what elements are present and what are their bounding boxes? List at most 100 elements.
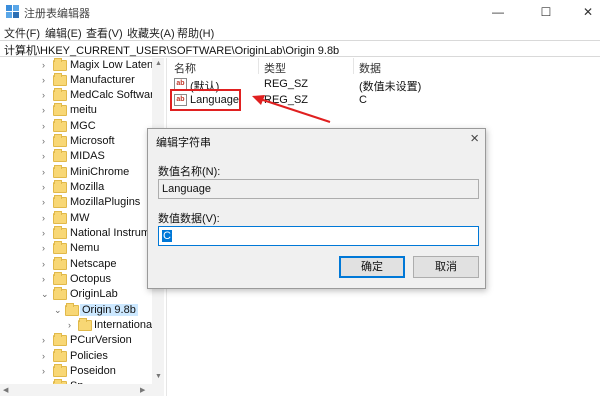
tree-item-label: MiniChrome [70, 166, 130, 178]
column-header-type[interactable]: 类型 [264, 60, 286, 76]
tree-item-label: OriginLab [70, 288, 118, 300]
chevron-right-icon[interactable]: › [42, 351, 50, 361]
chevron-right-icon[interactable]: › [42, 136, 50, 146]
menu-edit[interactable]: 编辑(E) [45, 25, 82, 41]
tree-item-label: meitu [70, 104, 97, 116]
folder-icon [53, 195, 67, 208]
chevron-right-icon[interactable]: › [42, 335, 50, 345]
dialog-title: 编辑字符串 [156, 137, 211, 149]
folder-icon [53, 211, 67, 224]
tree-item-label: Magix Low Latency [70, 59, 158, 71]
folder-icon [53, 88, 67, 101]
address-bar[interactable]: 计算机\HKEY_CURRENT_USER\SOFTWARE\OriginLab… [0, 40, 600, 57]
menu-file[interactable]: 文件(F) [4, 25, 40, 41]
folder-icon [53, 333, 67, 346]
chevron-right-icon[interactable]: › [42, 259, 50, 269]
menu-favorites[interactable]: 收藏夹(A) [127, 25, 175, 41]
tree-item-label: National Instrume [70, 227, 157, 239]
column-divider[interactable] [353, 58, 354, 74]
ok-button[interactable]: 确定 [339, 256, 405, 278]
column-header-data[interactable]: 数据 [359, 60, 381, 76]
chevron-right-icon[interactable]: › [42, 182, 50, 192]
chevron-right-icon[interactable]: › [68, 320, 76, 330]
close-button[interactable]: ✕ [568, 0, 600, 24]
folder-icon [53, 149, 67, 162]
chevron-right-icon[interactable]: › [42, 243, 50, 253]
tree-item-label: MW [70, 212, 90, 224]
folder-icon [53, 272, 67, 285]
cancel-button[interactable]: 取消 [413, 256, 479, 278]
chevron-right-icon[interactable]: › [42, 197, 50, 207]
column-header-name[interactable]: 名称 [174, 60, 196, 76]
address-path[interactable]: 计算机\HKEY_CURRENT_USER\SOFTWARE\OriginLab… [4, 42, 339, 58]
tree-item-label: Nemu [70, 242, 100, 254]
tree-item-label: MIDAS [70, 150, 105, 162]
value-data-label: 数值数据(V): [158, 213, 220, 225]
chevron-right-icon[interactable]: › [42, 105, 50, 115]
tree-item-label: Netscape [70, 258, 117, 270]
tree-item-label: Manufacturer [70, 74, 135, 86]
chevron-right-icon[interactable]: › [42, 213, 50, 223]
folder-icon [53, 73, 67, 86]
chevron-right-icon[interactable]: › [42, 167, 50, 177]
tree-item-label: Mozilla [70, 181, 105, 193]
column-divider[interactable] [258, 58, 259, 74]
chevron-right-icon[interactable]: › [42, 60, 50, 70]
minimize-button[interactable]: — [478, 0, 518, 24]
value-name-label: 数值名称(N): [158, 166, 221, 178]
tree-item-label: MozillaPlugins [70, 196, 141, 208]
value-data: (数值未设置) [359, 81, 422, 93]
folder-icon [53, 103, 67, 116]
tree-item-label: Origin 9.8b [80, 304, 138, 316]
folder-icon [53, 119, 67, 132]
folder-open-icon [65, 303, 79, 316]
value-data-selected-text: C [162, 230, 172, 242]
chevron-right-icon[interactable]: › [42, 75, 50, 85]
registry-tree: › Magix Low Latency › Manufacturer › Med… [0, 58, 158, 396]
value-name-field[interactable]: Language [158, 179, 479, 199]
folder-icon [53, 364, 67, 377]
highlight-box [170, 89, 241, 111]
menu-help[interactable]: 帮助(H) [177, 25, 214, 41]
chevron-right-icon[interactable]: › [42, 90, 50, 100]
folder-icon [53, 241, 67, 254]
edit-string-dialog: 编辑字符串 × 数值名称(N): Language 数值数据(V): C 确定 … [147, 128, 486, 289]
chevron-right-icon[interactable]: › [42, 366, 50, 376]
folder-icon [53, 180, 67, 193]
registry-editor-icon [6, 5, 19, 18]
folder-icon [53, 58, 67, 71]
chevron-right-icon[interactable]: › [42, 121, 50, 131]
scroll-left-arrow-icon[interactable]: ◀ [3, 386, 8, 394]
tree-item-label: Octopus [70, 273, 111, 285]
close-icon[interactable]: × [470, 130, 479, 147]
tree-item-label: International [94, 319, 155, 331]
maximize-button[interactable]: ☐ [526, 0, 566, 24]
chevron-down-icon[interactable]: ⌄ [41, 289, 49, 300]
scroll-right-arrow-icon[interactable]: ▶ [140, 386, 145, 394]
value-data-field[interactable]: C [158, 226, 479, 246]
folder-icon [53, 134, 67, 147]
tree-item-label: MGC [70, 120, 96, 132]
tree-horizontal-scrollbar[interactable]: ◀ ▶ [0, 384, 152, 396]
annotation-arrow-icon [252, 95, 331, 123]
menu-view[interactable]: 查看(V) [86, 25, 123, 41]
folder-open-icon [53, 287, 67, 300]
tree-item-label: MedCalc Software [70, 89, 158, 101]
tree-item-label: Policies [70, 350, 108, 362]
folder-icon [53, 226, 67, 239]
chevron-down-icon[interactable]: ⌄ [54, 305, 62, 316]
value-type: REG_SZ [264, 78, 309, 90]
scroll-down-arrow-icon[interactable]: ▼ [155, 373, 162, 380]
folder-icon [53, 257, 67, 270]
chevron-right-icon[interactable]: › [42, 228, 50, 238]
chevron-right-icon[interactable]: › [42, 274, 50, 284]
folder-icon [53, 349, 67, 362]
scroll-up-arrow-icon[interactable]: ▲ [155, 60, 162, 67]
window-title: 注册表编辑器 [24, 8, 90, 20]
tree-item-label: PCurVersion [70, 334, 132, 346]
value-data: C [359, 94, 367, 106]
folder-icon [53, 165, 67, 178]
tree-item-label: Microsoft [70, 135, 115, 147]
chevron-right-icon[interactable]: › [42, 151, 50, 161]
tree-item-label: Poseidon [70, 365, 116, 377]
